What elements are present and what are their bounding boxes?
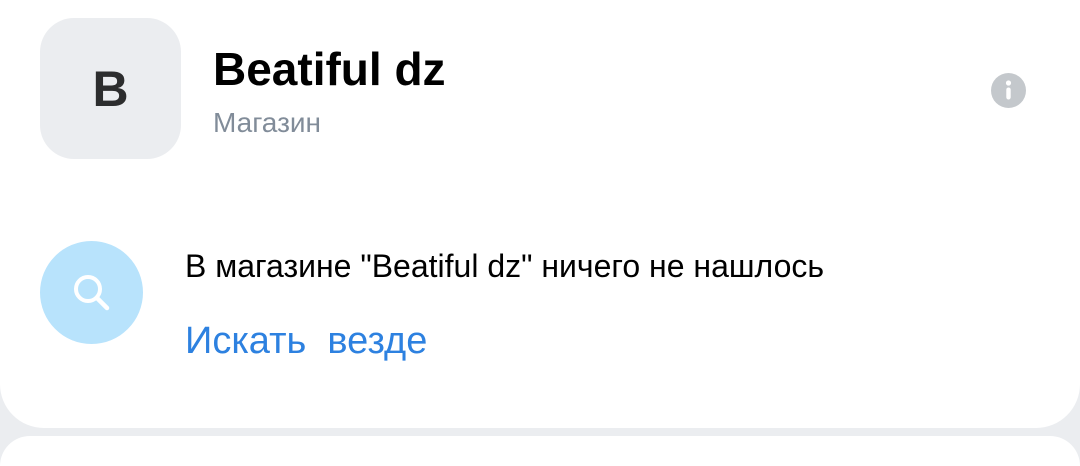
search-icon-circle (40, 241, 143, 344)
shop-type: Магазин (213, 107, 322, 138)
shop-avatar[interactable]: B (40, 18, 181, 159)
next-card (0, 436, 1080, 466)
search-everywhere-link[interactable]: Искать везде (185, 320, 427, 363)
avatar-letter: B (92, 60, 129, 117)
shop-card: B Beatiful dz Магазин В магазине "Beatif… (0, 0, 1080, 428)
shop-name[interactable]: Beatiful dz (213, 42, 446, 96)
empty-results-message: В магазине "Beatiful dz" ничего не нашло… (185, 248, 825, 284)
search-icon (73, 274, 109, 310)
info-icon[interactable] (991, 73, 1026, 108)
